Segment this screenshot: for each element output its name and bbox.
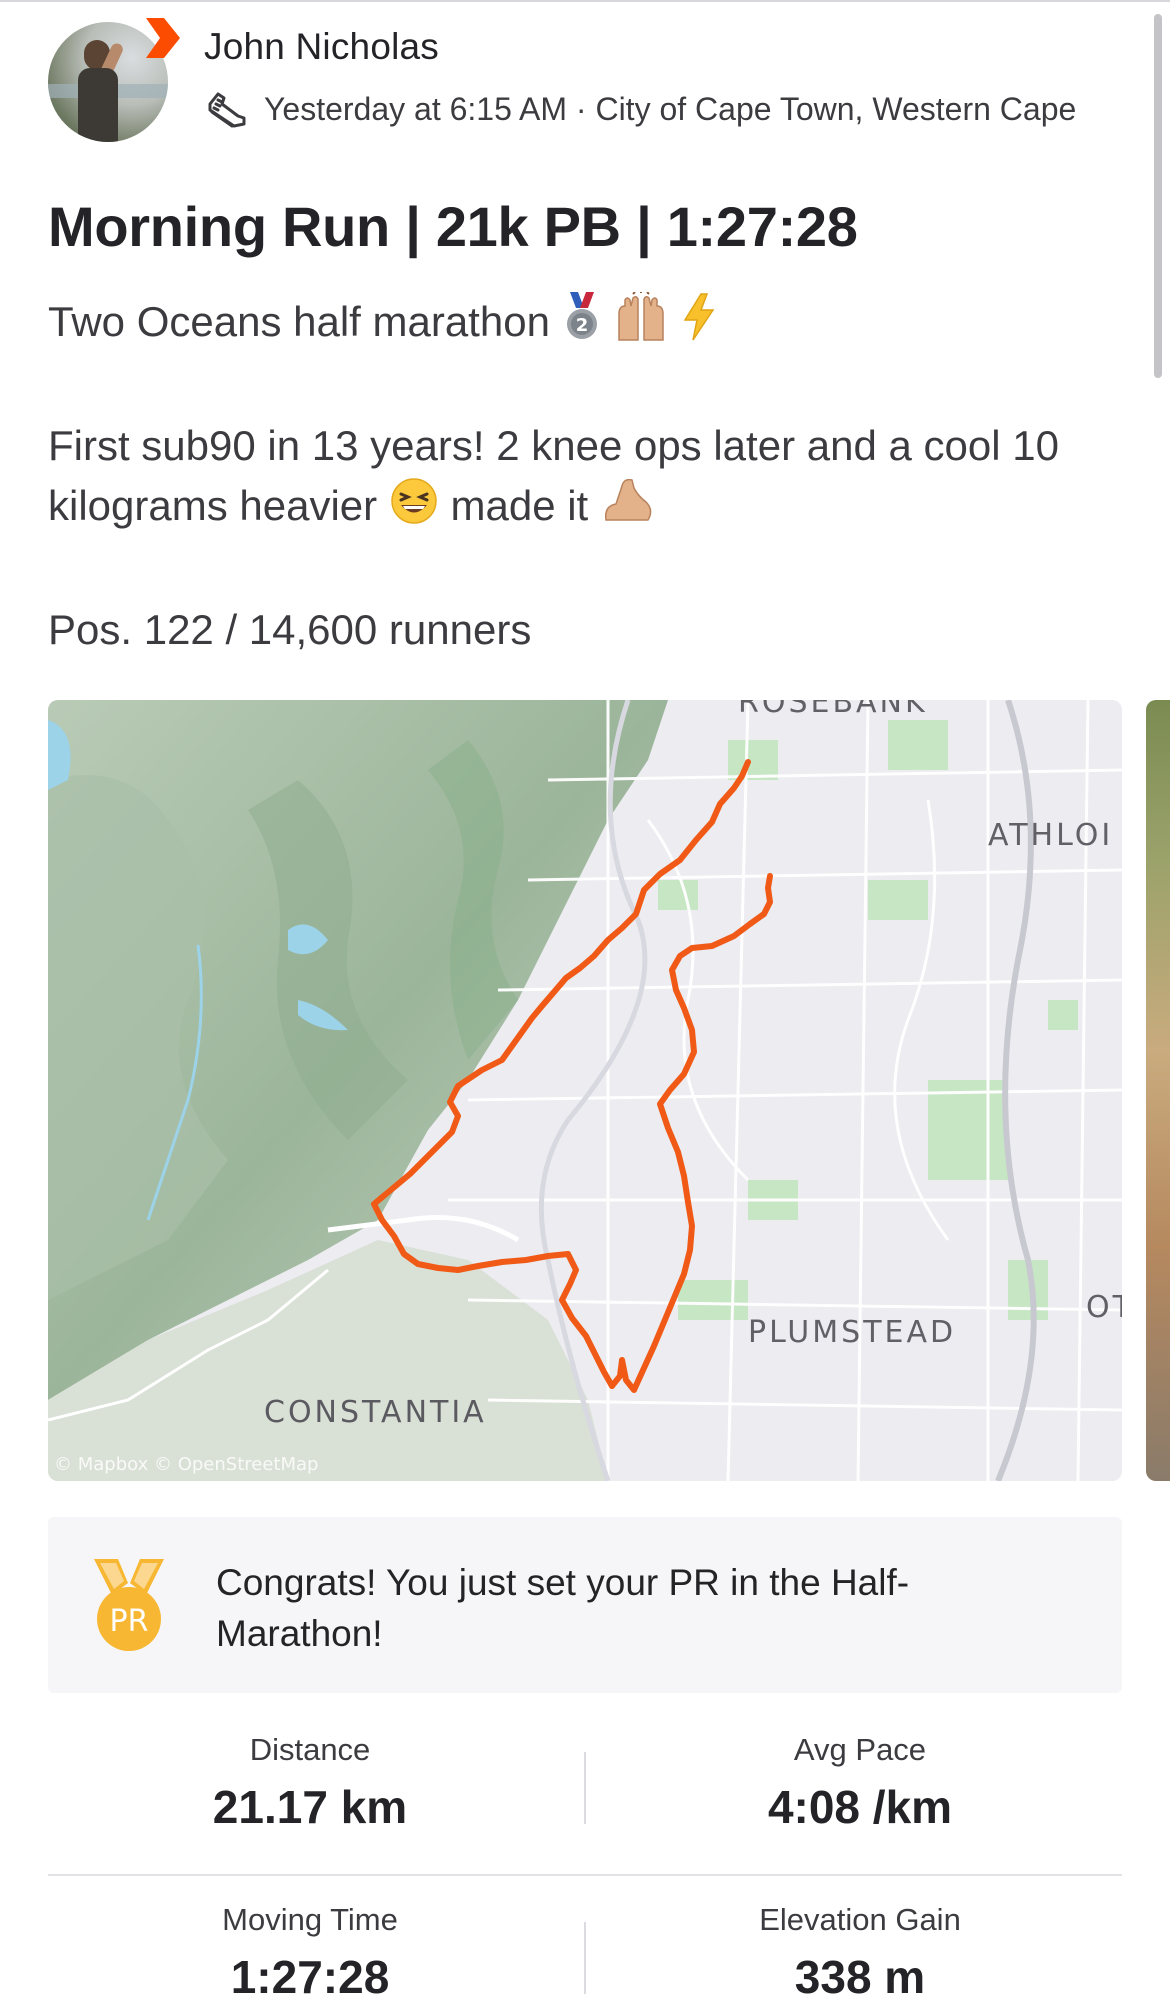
athlete-avatar[interactable]: [48, 18, 180, 142]
flexed-biceps-emoji-icon: [600, 476, 656, 542]
map-label-constantia: CONSTANTIA: [264, 1395, 487, 1430]
achievement-text: Congrats! You just set your PR in the Ha…: [216, 1562, 910, 1654]
stat-value: 4:08 /km: [767, 1781, 953, 1833]
activity-timestamp-location: Yesterday at 6:15 AM · City of Cape Town…: [264, 90, 1077, 127]
next-photo-preview[interactable]: [1146, 700, 1170, 1481]
running-shoe-icon: [204, 86, 250, 132]
top-divider: [0, 0, 1170, 2]
raising-hands-emoji-icon: [613, 290, 669, 358]
route-map[interactable]: ROSEBANK ATHLOI PLUMSTEAD OT CONSTANTIA …: [48, 700, 1122, 1481]
map-label-plumstead: PLUMSTEAD: [748, 1315, 956, 1350]
stat-label: Moving Time: [222, 1902, 398, 1937]
stat-value: 21.17 km: [212, 1781, 408, 1833]
scrollbar[interactable]: [1154, 14, 1162, 378]
stat-value: 338 m: [794, 1951, 926, 2003]
stat-moving-time: Moving Time 1:27:28: [40, 1902, 580, 2004]
stat-label: Distance: [249, 1732, 371, 1767]
stat-label: Elevation Gain: [759, 1902, 961, 1937]
activity-description: Two Oceans half marathon 2 First sub90 i…: [48, 290, 1128, 660]
lightning-emoji-icon: [681, 292, 717, 358]
activity-title[interactable]: Morning Run | 21k PB | 1:27:28: [48, 194, 858, 259]
description-line-1: Two Oceans half marathon: [48, 298, 550, 346]
stat-label: Avg Pace: [793, 1732, 927, 1767]
activity-meta: Yesterday at 6:15 AM · City of Cape Town…: [204, 86, 1076, 132]
race-position: Pos. 122 / 14,600 runners: [48, 606, 532, 653]
map-label-rosebank: ROSEBANK: [738, 700, 928, 720]
map-label-ot: OT: [1086, 1290, 1122, 1325]
svg-text:2: 2: [575, 315, 588, 336]
pr-medal-icon: PR: [88, 1557, 170, 1653]
stat-avg-pace: Avg Pace 4:08 /km: [590, 1732, 1130, 1834]
map-attribution: © Mapbox © OpenStreetMap: [54, 1454, 318, 1475]
map-label-athlone: ATHLOI: [988, 818, 1113, 853]
grinning-squinting-emoji-icon: [389, 476, 439, 542]
stat-elevation-gain: Elevation Gain 338 m: [590, 1902, 1130, 2004]
description-line-2-end: made it: [450, 482, 589, 530]
achievement-banner[interactable]: PR Congrats! You just set your PR in the…: [48, 1517, 1122, 1693]
silver-medal-emoji-icon: 2: [562, 292, 602, 358]
pr-medal-label: PR: [110, 1604, 149, 1639]
stat-divider: [584, 1922, 586, 1994]
stat-value: 1:27:28: [230, 1951, 390, 2003]
stat-distance: Distance 21.17 km: [40, 1732, 580, 1834]
stats-divider: [48, 1874, 1122, 1876]
athlete-name[interactable]: John Nicholas: [204, 26, 439, 68]
stat-divider: [584, 1752, 586, 1824]
